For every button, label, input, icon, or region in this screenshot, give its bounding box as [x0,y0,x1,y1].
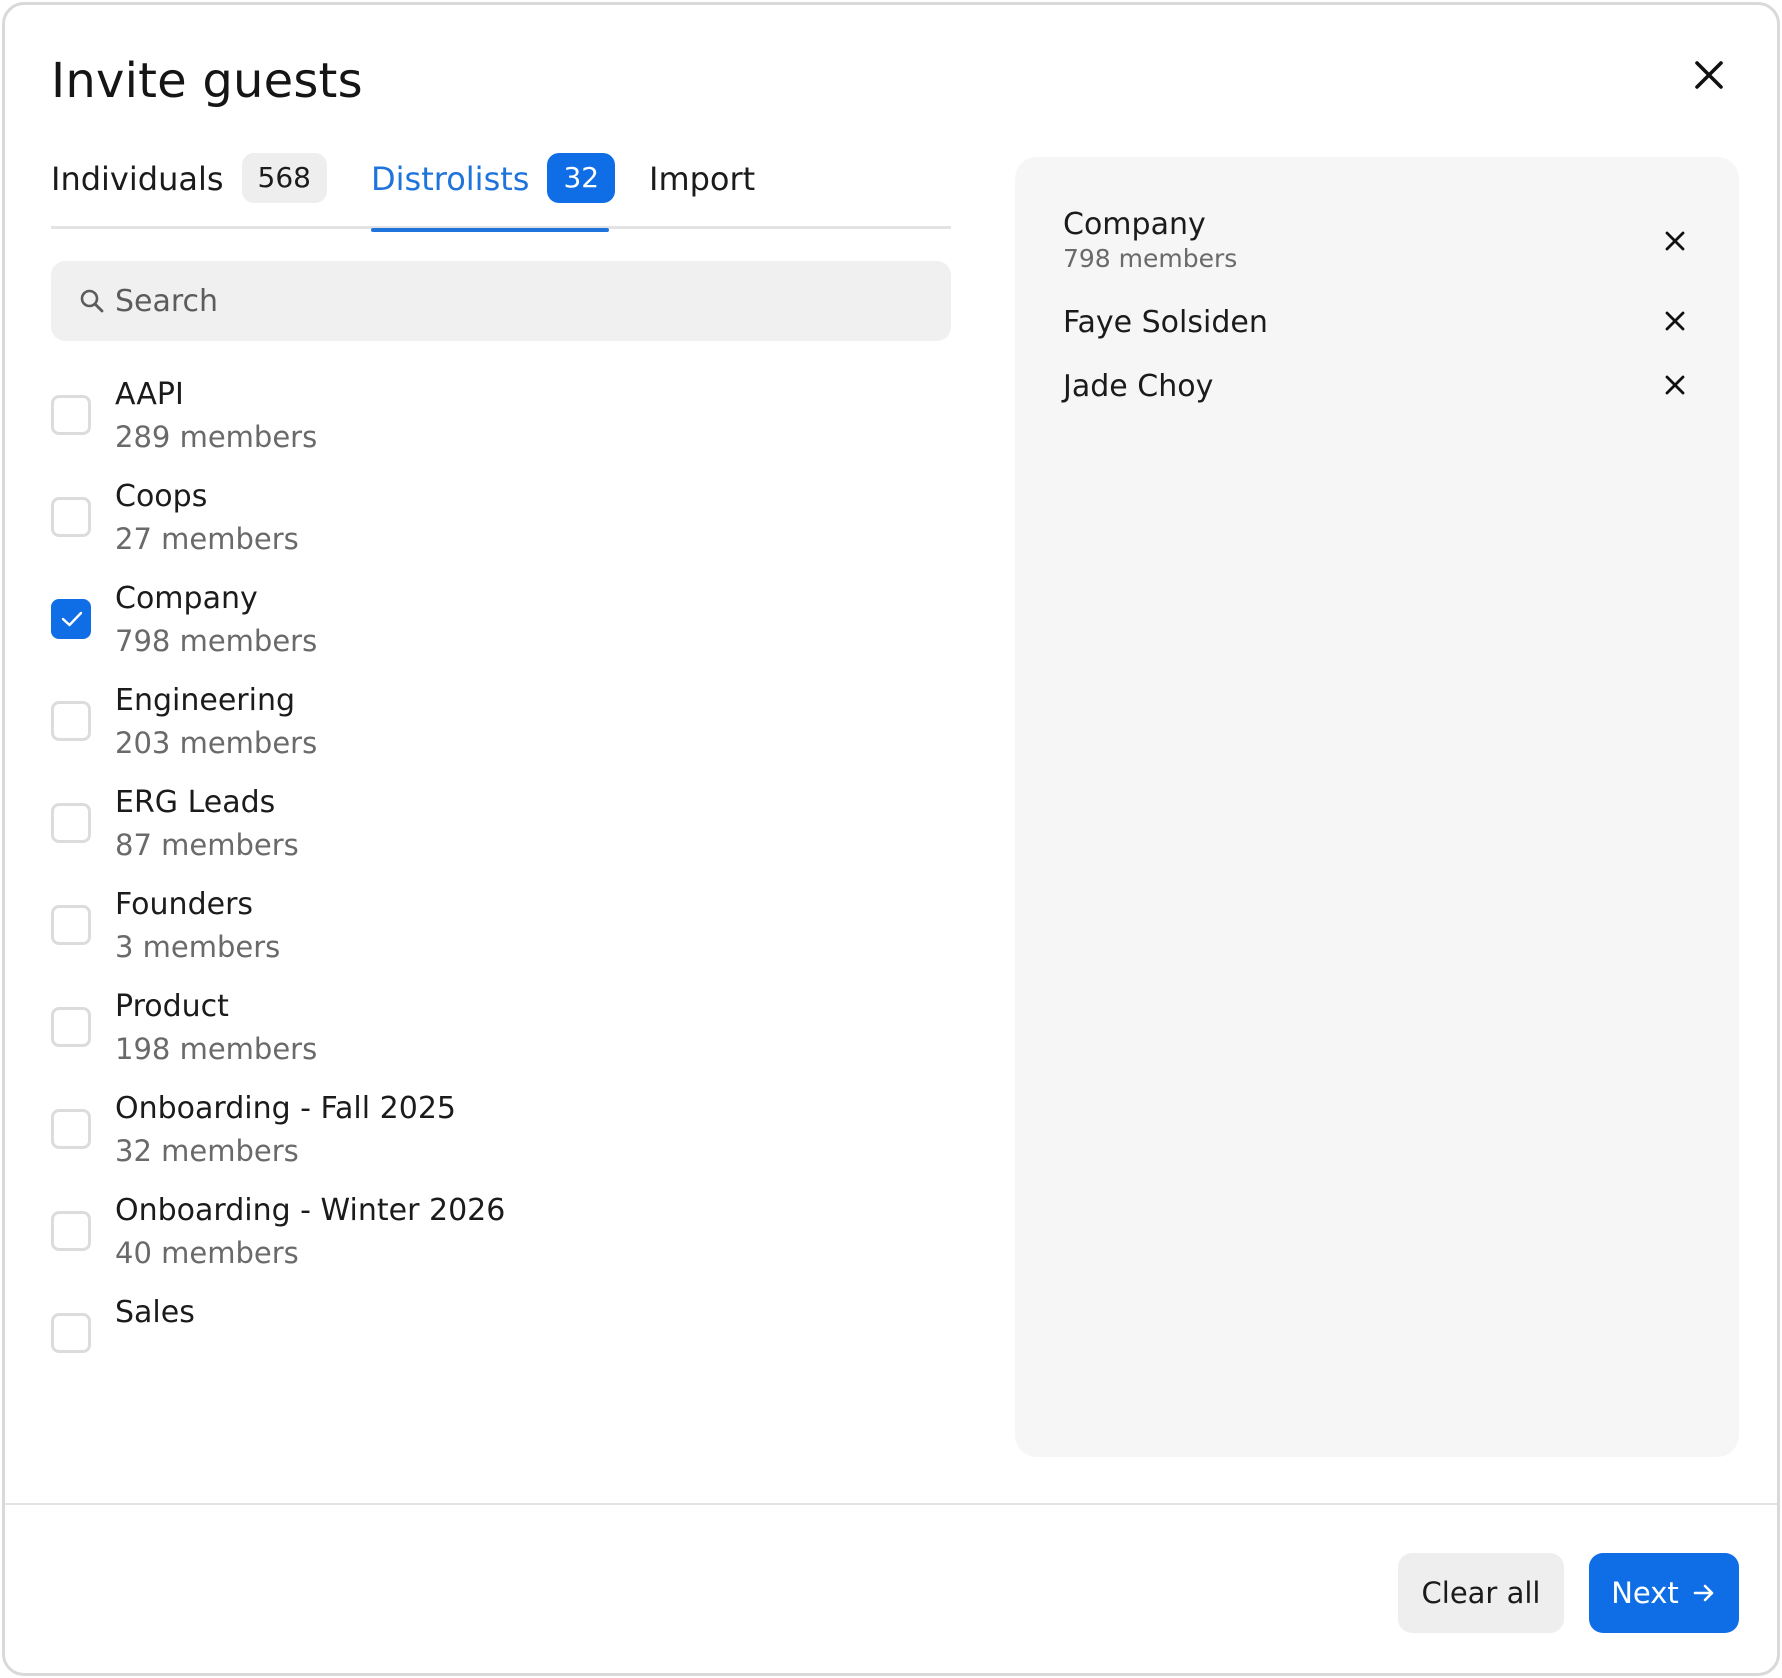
count-badge: 32 [547,153,616,203]
selected-item-name: Faye Solsiden [1063,305,1268,340]
checkbox-checked[interactable] [51,599,91,639]
list-item[interactable]: AAPI 289 members [51,367,931,467]
item-member-count: 3 members [115,930,281,964]
item-member-count: 87 members [115,828,299,862]
tab-label: Distrolists [371,160,530,198]
checkbox[interactable] [51,701,91,741]
next-button[interactable]: Next [1589,1553,1739,1633]
selected-item-name: Jade Choy [1063,369,1214,404]
close-button[interactable] [1689,55,1729,95]
selected-item: Company 798 members [1063,207,1693,273]
tab-individuals[interactable]: Individuals 568 [51,153,331,229]
x-icon [1665,231,1685,251]
clear-all-button[interactable]: Clear all [1398,1553,1564,1633]
tab-label: Import [649,160,756,198]
item-name: ERG Leads [115,785,276,820]
list-item[interactable]: Onboarding - Fall 2025 32 members [51,1081,931,1181]
item-member-count: 198 members [115,1032,318,1066]
remove-button[interactable] [1661,227,1689,255]
list-item[interactable]: Product 198 members [51,979,931,1079]
invite-guests-dialog: Invite guests Individuals 568 Distrolist… [2,2,1780,1676]
list-item[interactable]: Onboarding - Winter 2026 40 members [51,1183,931,1283]
checkbox[interactable] [51,1211,91,1251]
remove-button[interactable] [1661,371,1689,399]
tab-import[interactable]: Import [649,153,769,229]
arrow-right-icon [1693,1584,1714,1602]
tab-bar: Individuals 568 Distrolists 32 Import [51,153,951,232]
search-icon [80,289,104,313]
item-name: Onboarding - Winter 2026 [115,1193,506,1228]
button-label: Clear all [1421,1576,1541,1610]
item-name: AAPI [115,377,184,412]
x-icon [1665,375,1685,395]
selected-guests-panel: Company 798 members Faye Solsiden Jade C… [1015,157,1739,1457]
item-name: Onboarding - Fall 2025 [115,1091,456,1126]
selected-item-member-count: 798 members [1063,244,1238,273]
list-item[interactable]: Founders 3 members [51,877,931,977]
selected-item: Faye Solsiden [1063,305,1693,340]
item-name: Engineering [115,683,295,718]
item-member-count: 32 members [115,1134,299,1168]
item-member-count: 289 members [115,420,318,454]
x-icon [1665,311,1685,331]
selected-item: Jade Choy [1063,369,1693,404]
count-badge: 568 [241,153,327,203]
footer-divider [5,1503,1777,1505]
button-label: Next [1611,1576,1679,1610]
checkbox[interactable] [51,1007,91,1047]
item-name: Founders [115,887,254,922]
item-name: Sales [115,1295,195,1330]
list-item[interactable]: Coops 27 members [51,469,931,569]
dialog-title: Invite guests [51,53,363,109]
item-name: Product [115,989,229,1024]
checkbox[interactable] [51,1313,91,1353]
distrolist-list[interactable]: AAPI 289 members Coops 27 members Compan… [51,367,951,1457]
remove-button[interactable] [1661,307,1689,335]
selected-item-name: Company [1063,207,1206,242]
search-input[interactable] [115,261,935,341]
list-item[interactable]: Engineering 203 members [51,673,931,773]
checkbox[interactable] [51,395,91,435]
item-member-count: 798 members [115,624,318,658]
tab-label: Individuals [51,160,224,198]
item-member-count: 40 members [115,1236,299,1270]
list-item[interactable]: Company 798 members [51,571,931,671]
close-icon [1695,61,1723,89]
checkbox[interactable] [51,497,91,537]
checkbox[interactable] [51,803,91,843]
list-item[interactable]: ERG Leads 87 members [51,775,931,875]
check-icon [61,611,83,627]
item-member-count: 27 members [115,522,299,556]
item-name: Company [115,581,258,616]
search-bar [51,261,951,341]
list-item[interactable]: Sales [51,1285,931,1385]
item-member-count: 203 members [115,726,318,760]
item-name: Coops [115,479,208,514]
tab-distrolists[interactable]: Distrolists 32 [371,153,616,232]
checkbox[interactable] [51,1109,91,1149]
checkbox[interactable] [51,905,91,945]
